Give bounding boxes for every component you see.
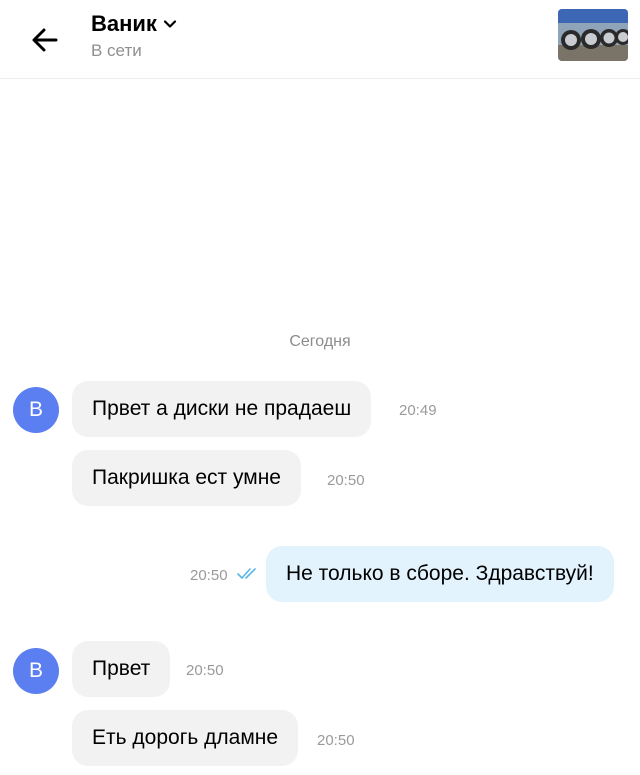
listing-thumbnail[interactable] [558,9,628,61]
message-text: Пакришка ест умне [92,466,281,489]
arrow-left-icon [32,28,58,52]
contact-name: Ваник [91,11,157,36]
incoming-message[interactable]: Еть дорогь дламне [72,710,299,766]
outgoing-message[interactable]: Не только в сборе. Здравствуй! [266,546,614,602]
message-time: 20:50 [186,662,224,679]
message-time: 20:50 [327,472,365,489]
incoming-message[interactable]: Пакришка ест умне [72,450,301,506]
message-text: Првет [92,657,151,680]
avatar[interactable]: В [13,648,59,694]
message-time: 20:50 [190,567,228,584]
message-text: Првет а диски не прадаеш [92,397,352,420]
incoming-message[interactable]: Првет а диски не прадаеш [72,381,372,437]
incoming-message[interactable]: Првет [72,641,171,697]
message-text: Не только в сборе. Здравствуй! [286,562,594,585]
car-wheels-photo [558,9,628,61]
message-time: 20:50 [317,732,355,749]
date-separator: Сегодня [289,333,351,350]
back-button[interactable] [26,20,66,60]
chevron-down-icon [163,20,177,28]
online-status: В сети [91,41,142,60]
avatar[interactable]: В [13,387,59,433]
contact-name-dropdown[interactable]: Ваник [91,10,177,38]
chat-header: Ваник В сети [0,0,640,79]
message-text: Еть дорогь дламне [92,726,279,749]
message-time: 20:49 [399,402,437,419]
double-check-icon [237,568,256,579]
